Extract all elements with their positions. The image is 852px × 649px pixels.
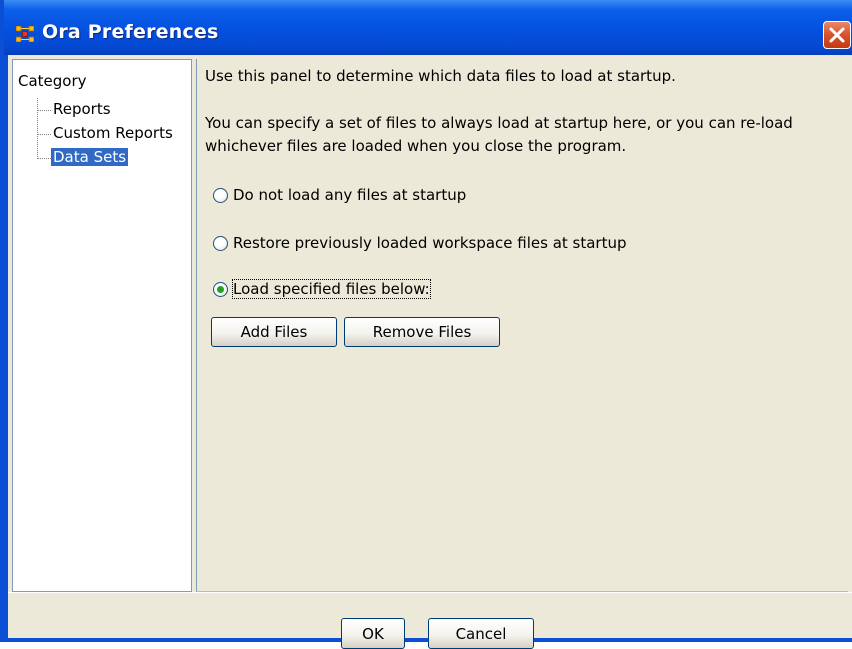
panel-description-line-2: whichever files are loaded when you clos…	[205, 137, 627, 155]
radio-label[interactable]: Restore previously loaded workspace file…	[233, 234, 627, 252]
data-sets-panel: Use this panel to determine which data f…	[196, 59, 848, 592]
radio-icon[interactable]	[213, 281, 228, 297]
dialog-body: Category Reports Custom Reports Data Set…	[8, 55, 852, 649]
preferences-window: Ora Preferences Category Reports Custom …	[0, 0, 852, 649]
tree-item-reports[interactable]: Reports	[51, 100, 113, 118]
ok-button[interactable]: OK	[341, 618, 405, 649]
title-bar[interactable]: Ora Preferences	[4, 0, 852, 55]
radio-icon[interactable]	[213, 187, 228, 203]
radio-label[interactable]: Do not load any files at startup	[233, 186, 466, 204]
close-button[interactable]	[823, 21, 851, 49]
panel-description: Use this panel to determine which data f…	[205, 67, 676, 85]
tree-root-category: Category	[18, 72, 87, 90]
category-tree[interactable]: Category Reports Custom Reports Data Set…	[12, 59, 192, 592]
tree-item-custom-reports[interactable]: Custom Reports	[51, 124, 175, 142]
window-title: Ora Preferences	[42, 21, 219, 43]
radio-option-restore-workspace[interactable]: Restore previously loaded workspace file…	[213, 233, 627, 253]
tree-connector	[37, 110, 51, 111]
tree-connector	[37, 158, 51, 159]
close-icon	[829, 27, 845, 43]
radio-option-load-specified[interactable]: Load specified files below:	[213, 279, 431, 299]
radio-icon[interactable]	[213, 235, 228, 251]
tree-connector	[37, 98, 38, 159]
panel-description-line-1: You can specify a set of files to always…	[205, 114, 793, 132]
footer-divider	[8, 592, 852, 593]
cancel-button[interactable]: Cancel	[428, 618, 534, 649]
radio-label[interactable]: Load specified files below:	[232, 279, 431, 299]
ora-app-icon	[16, 26, 34, 42]
tree-connector	[37, 134, 51, 135]
add-files-button[interactable]: Add Files	[211, 317, 337, 347]
radio-option-no-files[interactable]: Do not load any files at startup	[213, 185, 466, 205]
remove-files-button[interactable]: Remove Files	[344, 317, 500, 347]
tree-item-data-sets[interactable]: Data Sets	[51, 148, 129, 166]
